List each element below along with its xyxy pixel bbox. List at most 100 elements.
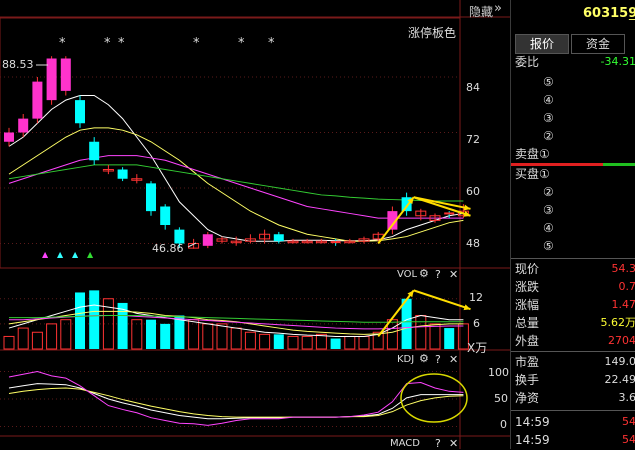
sell-level-5: ⑤ — [543, 75, 554, 89]
volume-bar — [330, 338, 341, 349]
volume-bar — [301, 335, 313, 350]
candle-body — [117, 169, 128, 179]
hide-button[interactable]: 隐藏 — [469, 3, 493, 20]
stat-value: 22.49 — [604, 373, 635, 386]
y-tick: 50 — [494, 392, 508, 405]
tick-time: 14:59 — [515, 433, 550, 447]
star-marker: * — [268, 36, 275, 51]
candle-body — [273, 234, 284, 242]
stat-label: 涨跌 — [515, 280, 540, 294]
main-panel-border — [0, 17, 461, 269]
stat-value: 5.62万 — [600, 316, 635, 329]
high-price-label: 88.53 — [2, 58, 34, 71]
low-price-label: 46.86 — [152, 242, 184, 255]
star-marker: * — [104, 36, 111, 51]
volume-bar — [244, 331, 256, 350]
tab-quote[interactable]: 报价 — [515, 34, 569, 54]
buy-level-1: 买盘① — [515, 167, 550, 181]
candle-body — [202, 234, 213, 246]
volume-bar — [160, 323, 171, 349]
volume-bar — [216, 323, 228, 350]
trend-arrow — [413, 289, 471, 311]
arrow-marker: ▲ — [57, 250, 64, 259]
sell-level-1: 卖盘① — [515, 147, 550, 161]
vol-title: VOL — [397, 269, 418, 280]
quote-panel: 603159 _ 报价 资金 委比 -34.31 ⑤ ④ ③ ② 卖盘① 买盘①… — [510, 0, 635, 449]
tab-funds[interactable]: 资金 — [571, 34, 625, 54]
volume-bar — [401, 298, 412, 349]
ma-line — [8, 155, 464, 219]
buy-level-4: ④ — [543, 221, 554, 235]
candle-body — [75, 100, 85, 124]
close-icon[interactable]: ✕ — [449, 353, 458, 366]
candle-body — [89, 141, 100, 161]
volume-bar — [230, 327, 242, 350]
volume-bar — [287, 335, 299, 350]
candle-body — [46, 58, 57, 101]
y-tick: 84 — [466, 81, 480, 94]
trend-arrow-head — [463, 204, 471, 211]
double-chevron-right-icon[interactable]: » — [494, 1, 502, 16]
star-marker: * — [59, 36, 66, 51]
volume-bar — [89, 290, 100, 349]
y-tick: 12 — [469, 291, 483, 304]
close-icon[interactable]: ✕ — [449, 437, 458, 450]
help-button[interactable]: ? — [435, 268, 441, 281]
bid-ask-divider-green — [603, 163, 635, 166]
volume-bar — [3, 335, 15, 350]
volume-bar — [358, 335, 370, 350]
volume-bar — [315, 333, 327, 350]
limit-color-label: 涨停板色 — [408, 26, 457, 40]
stat-label: 换手 — [515, 373, 540, 387]
volume-bar — [60, 319, 72, 350]
section-divider — [511, 410, 635, 411]
volume-bar — [46, 323, 58, 350]
candle-body — [146, 183, 156, 212]
stat-label: 净资 — [515, 391, 540, 405]
candle-body — [18, 118, 29, 133]
candle-body — [32, 81, 43, 119]
gear-icon[interactable]: ⚙ — [419, 267, 429, 280]
close-icon[interactable]: ✕ — [449, 268, 458, 281]
sell-level-3: ③ — [543, 111, 554, 125]
candle-body — [160, 206, 171, 225]
volume-bar — [75, 292, 85, 349]
buy-level-3: ③ — [543, 203, 554, 217]
star-marker: * — [118, 36, 125, 51]
stat-label: 外盘 — [515, 334, 540, 348]
volume-bar — [444, 328, 455, 349]
section-divider — [511, 351, 635, 352]
volume-bar — [429, 323, 441, 350]
arrow-marker: ▲ — [72, 250, 79, 259]
volume-bar — [273, 334, 284, 349]
volume-bar — [146, 319, 156, 349]
trend-arrow-head — [463, 304, 471, 311]
y-tick: 6 — [473, 317, 480, 330]
volume-bar — [259, 333, 271, 350]
arrow-marker: ▲ — [87, 250, 94, 259]
y-tick: 0 — [500, 418, 507, 431]
volume-bar — [344, 335, 356, 350]
volume-bar — [415, 315, 427, 350]
stat-value: 0.7 — [618, 280, 635, 293]
volume-bar — [202, 323, 214, 350]
y-tick: 72 — [466, 133, 480, 146]
tick-time: 14:59 — [515, 415, 550, 429]
volume-bar — [31, 331, 43, 350]
gear-icon[interactable]: ⚙ — [419, 352, 429, 365]
weibi-value: -34.31 — [600, 55, 635, 68]
tick-value: 54 — [622, 415, 635, 428]
volume-bar — [17, 327, 29, 350]
candle-body — [60, 58, 71, 91]
y-tick: 48 — [466, 237, 480, 250]
star-marker: * — [238, 36, 245, 51]
candle-body — [4, 132, 14, 142]
y-tick: 60 — [466, 185, 480, 198]
stat-value: 149.0 — [604, 355, 635, 368]
stock-suffix: _ — [629, 6, 635, 21]
help-button[interactable]: ? — [435, 353, 441, 366]
trend-arrow — [377, 196, 415, 245]
arrow-marker: ▲ — [42, 250, 49, 259]
buy-level-5: ⑤ — [543, 239, 554, 253]
help-button[interactable]: ? — [435, 437, 441, 450]
